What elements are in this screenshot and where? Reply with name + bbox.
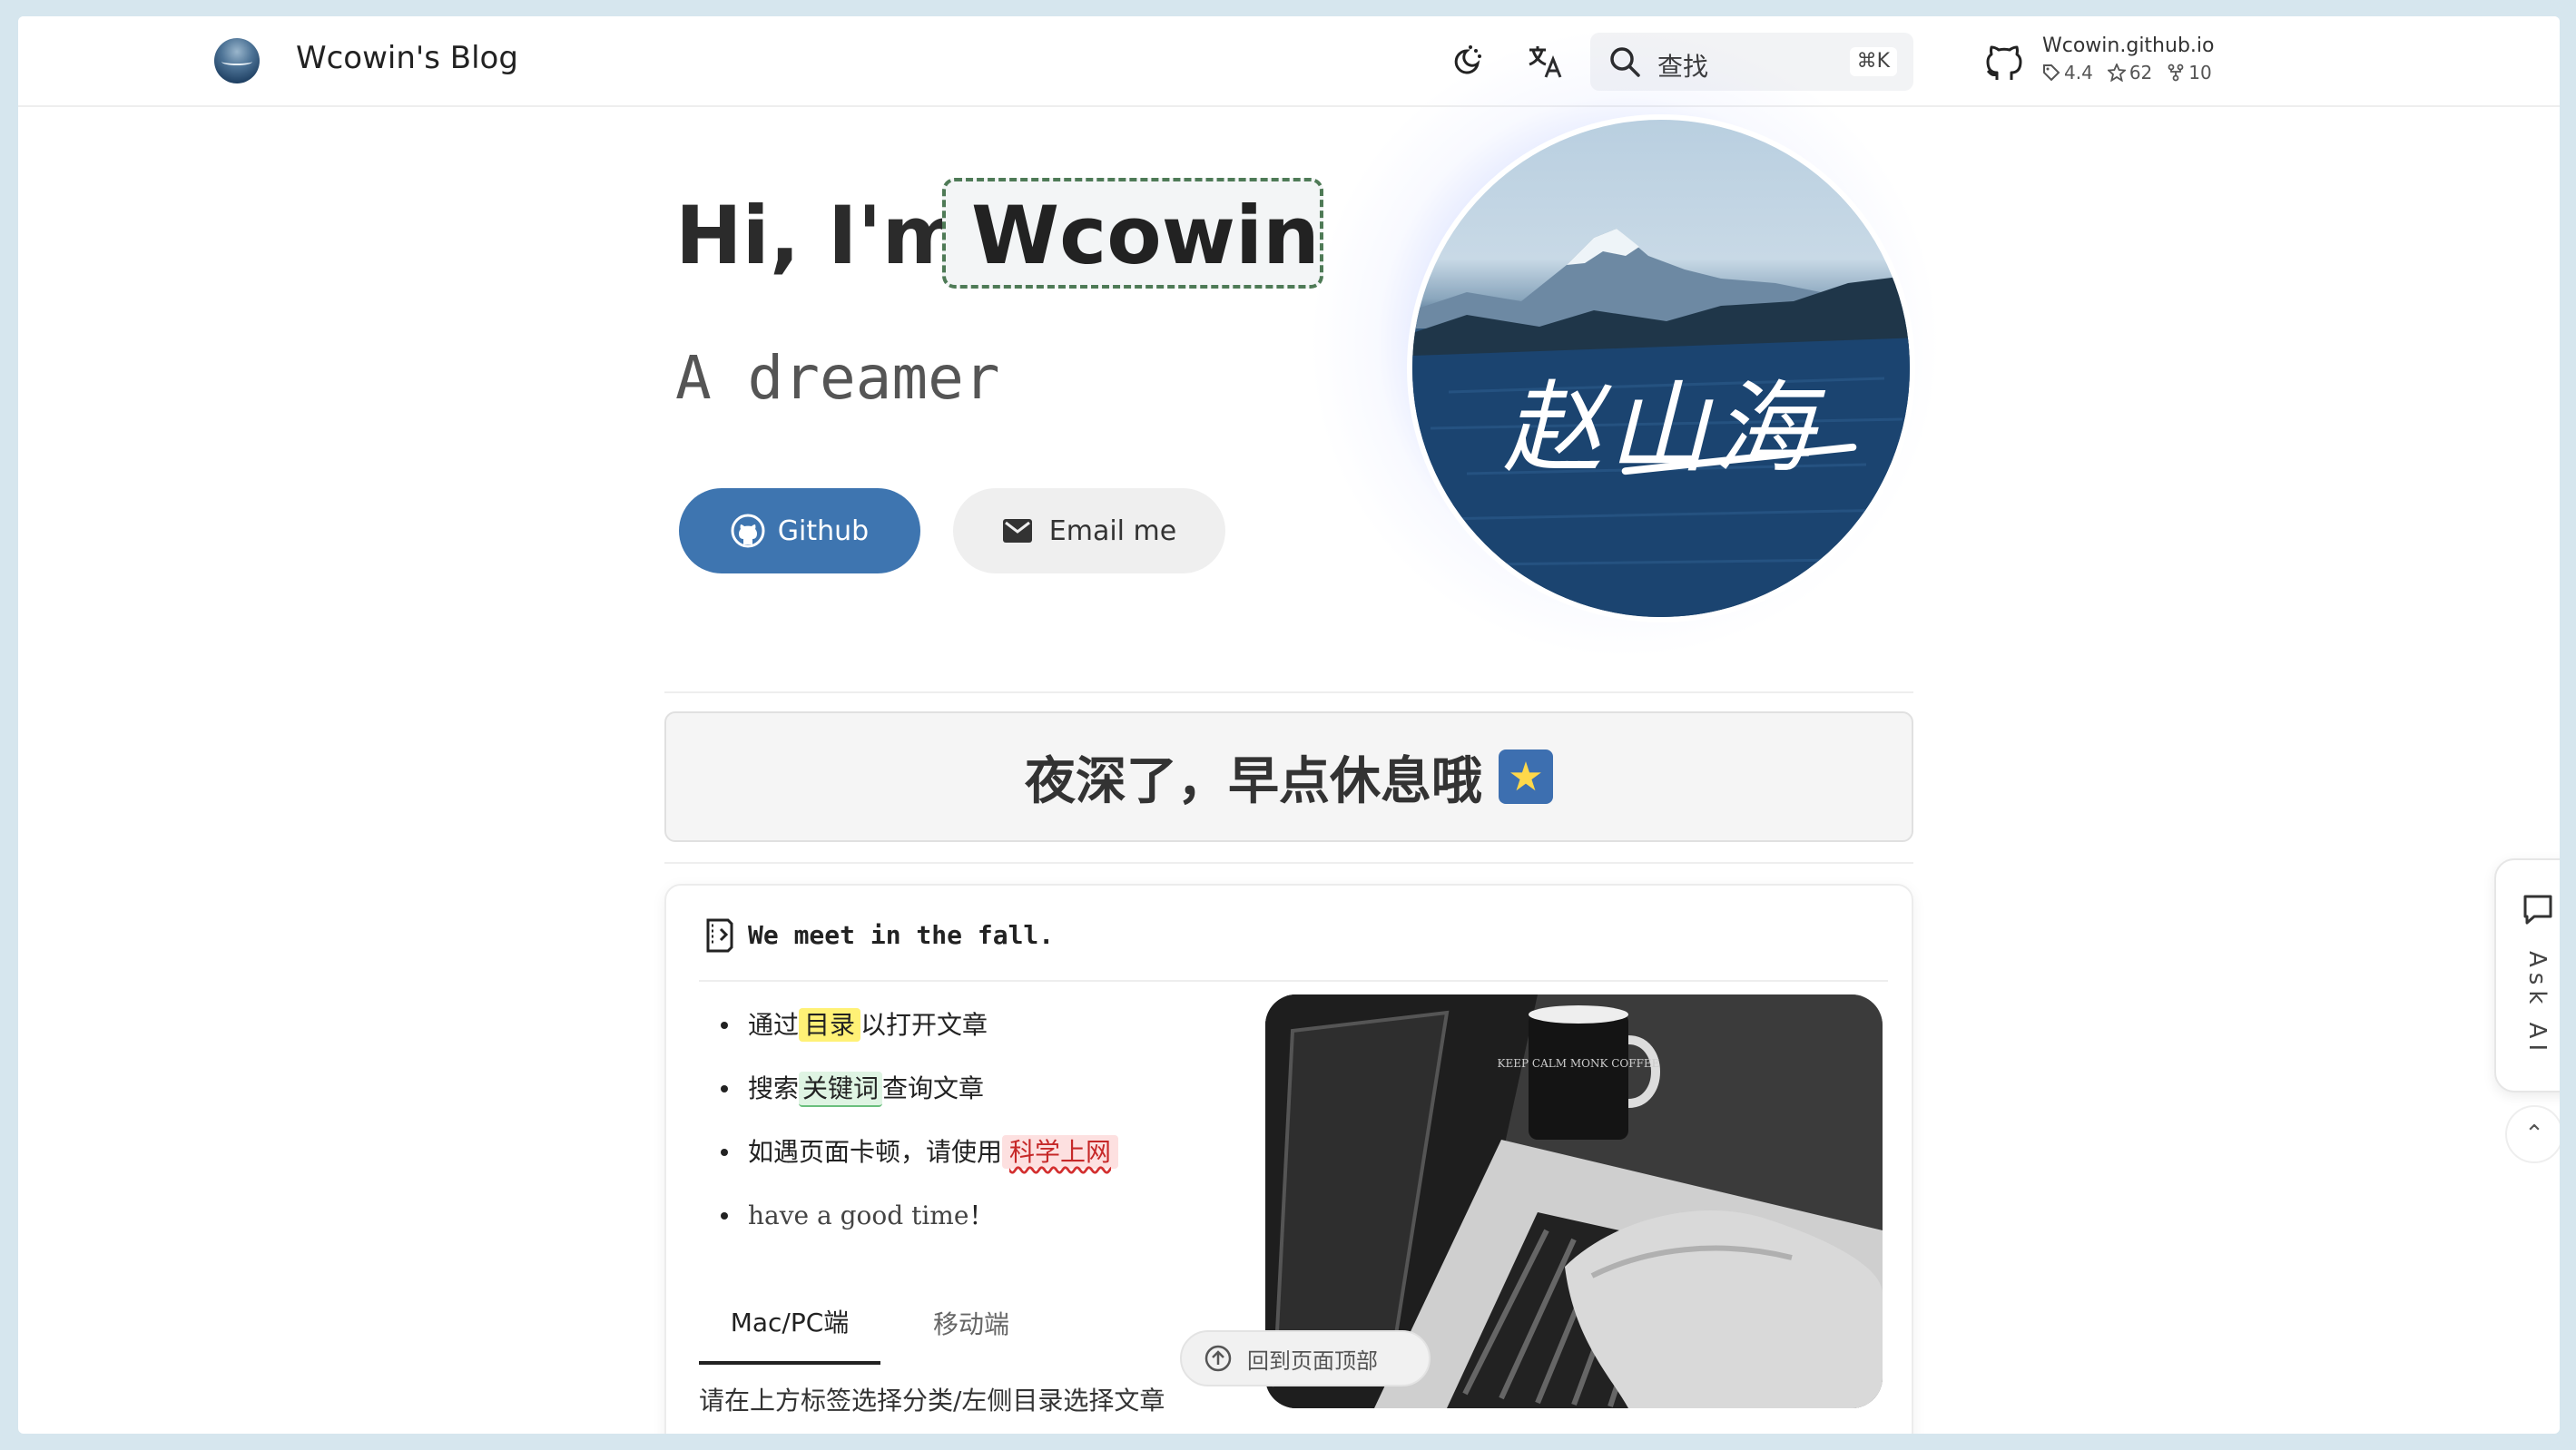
search-shortcut: ⌘K: [1849, 47, 1897, 76]
list-item: 通过 目录 以打开文章: [721, 1002, 1118, 1065]
chat-icon: [2523, 895, 2552, 925]
mug-text: KEEP CALM MONK COFFEE: [1498, 1057, 1660, 1070]
list-item: 搜索 关键词 查询文章: [721, 1065, 1118, 1129]
repo-name[interactable]: Wcowin.github.io: [2042, 34, 2214, 57]
email-button-label: Email me: [1048, 514, 1177, 547]
arrow-up-circle-icon: [1204, 1345, 1232, 1372]
repo-stats: 4.4 62 10: [2042, 62, 2212, 83]
repo-version: 4.4: [2042, 62, 2093, 83]
night-notice: 夜深了，早点休息哦 ★: [664, 711, 1913, 842]
repo-stars-value: 62: [2129, 62, 2153, 83]
fork-icon: [2168, 64, 2184, 82]
site-logo[interactable]: [214, 38, 260, 83]
list-item: have a good time！: [721, 1192, 1118, 1256]
tab-content: 请在上方标签选择分类/左侧目录选择文章: [699, 1386, 1165, 1416]
tip-highlight: 目录: [799, 1008, 861, 1042]
ask-ai-panel[interactable]: Ask AI: [2494, 858, 2560, 1092]
divider-bottom: [664, 862, 1913, 864]
list-item: 如遇页面卡顿，请使用 科学上网: [721, 1129, 1119, 1192]
repo-stars: 62: [2107, 62, 2153, 83]
tag-icon: [2043, 64, 2060, 82]
github-repo-icon[interactable]: [1984, 40, 2024, 83]
mail-icon: [1002, 519, 1032, 543]
scroll-up-button[interactable]: ⌃: [2505, 1105, 2560, 1163]
back-to-top-button[interactable]: 回到页面顶部: [1180, 1330, 1431, 1386]
tip-highlight: 关键词: [799, 1072, 883, 1107]
card-header: We meet in the fall.: [703, 916, 1054, 953]
site-header: Wcowin's Blog 查找 ⌘K Wcowin.github.io: [18, 16, 2560, 107]
hero-name: Wcowin: [971, 189, 1320, 282]
hero-greeting: Hi, I'm: [675, 189, 966, 282]
tip-text: 通过: [748, 1010, 800, 1040]
tips-list: 通过 目录 以打开文章 搜索 关键词 查询文章 如遇页面卡顿，请使用 科学上网 have …: [721, 1002, 1119, 1256]
browser-window: Wcowin's Blog 查找 ⌘K Wcowin.github.io: [18, 16, 2560, 1434]
tip-text: have a good time: [748, 1200, 969, 1230]
avatar: 赵山海: [1407, 114, 1915, 622]
tab-desktop[interactable]: Mac/PC端: [699, 1281, 880, 1365]
tip-text: 如遇页面卡顿，请使用: [748, 1137, 1003, 1167]
card-separator: [699, 980, 1888, 982]
ask-ai-label: Ask AI: [2523, 951, 2551, 1057]
card-title: We meet in the fall.: [748, 919, 1055, 950]
shooting-star-icon: ★: [1499, 749, 1553, 804]
back-to-top-label: 回到页面顶部: [1247, 1347, 1378, 1374]
email-button[interactable]: Email me: [953, 488, 1225, 573]
tab-mobile[interactable]: 移动端: [880, 1281, 1062, 1365]
tip-highlight: 科学上网: [1002, 1135, 1119, 1169]
repo-forks: 10: [2167, 62, 2212, 83]
platform-tabs: Mac/PC端 移动端: [699, 1281, 1062, 1365]
hero-tagline: A dreamer: [675, 343, 1000, 413]
chevron-up-icon: ⌃: [2524, 1121, 2544, 1148]
repo-version-value: 4.4: [2064, 62, 2093, 83]
card-logo-icon: [706, 918, 733, 953]
star-icon: [2107, 64, 2126, 82]
tip-text: 查询文章: [882, 1073, 985, 1103]
github-button[interactable]: Github: [679, 488, 920, 573]
tip-text: 以打开文章: [860, 1010, 988, 1040]
site-title[interactable]: Wcowin's Blog: [296, 40, 518, 76]
github-icon: [731, 514, 765, 548]
notice-text: 夜深了，早点休息哦: [1025, 751, 1482, 811]
tip-text: 搜索: [748, 1073, 800, 1103]
divider-top: [664, 691, 1913, 693]
repo-forks-value: 10: [2188, 62, 2212, 83]
github-button-label: Github: [777, 514, 870, 547]
tip-text: ！: [968, 1200, 995, 1230]
